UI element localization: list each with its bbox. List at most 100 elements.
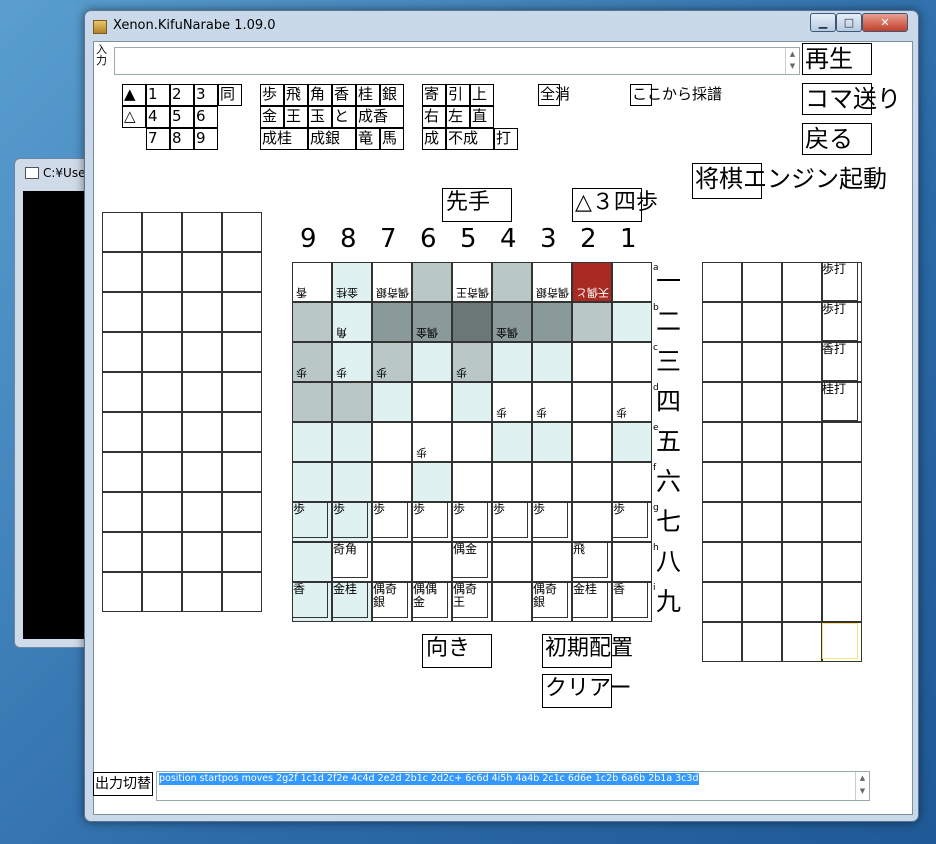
- hand-cell[interactable]: [822, 422, 862, 462]
- input-field[interactable]: ▲ ▼: [114, 47, 800, 75]
- board-square[interactable]: [612, 542, 652, 582]
- gote-piece[interactable]: 歩: [456, 366, 467, 379]
- sente-piece[interactable]: 香: [613, 583, 648, 618]
- piece-btn[interactable]: 香: [332, 84, 356, 106]
- hand-cell[interactable]: [822, 502, 862, 542]
- hand-cell[interactable]: [182, 452, 222, 492]
- minimize-button[interactable]: ▁: [810, 13, 836, 32]
- hand-cell[interactable]: [182, 412, 222, 452]
- move-btn[interactable]: 寄: [422, 84, 446, 106]
- move-btn[interactable]: 右: [422, 106, 446, 128]
- hand-cell[interactable]: [182, 292, 222, 332]
- hand-cell[interactable]: [102, 492, 142, 532]
- hand-cell[interactable]: [822, 582, 862, 622]
- sente-piece[interactable]: 奇角: [333, 543, 368, 578]
- board-square[interactable]: [572, 382, 612, 422]
- hand-cell[interactable]: [142, 452, 182, 492]
- hand-cell[interactable]: [182, 492, 222, 532]
- hand-cell[interactable]: [142, 532, 182, 572]
- board-square[interactable]: [452, 382, 492, 422]
- hand-cell[interactable]: [182, 252, 222, 292]
- hand-piece[interactable]: 歩打: [822, 303, 858, 341]
- hand-cell[interactable]: [702, 502, 742, 542]
- hand-cell[interactable]: [702, 382, 742, 422]
- board-square[interactable]: [492, 582, 532, 622]
- hand-cell[interactable]: [782, 262, 822, 302]
- piece-btn[interactable]: 飛: [284, 84, 308, 106]
- hand-cell[interactable]: [742, 262, 782, 302]
- hand-cell[interactable]: [222, 492, 262, 532]
- hand-cell[interactable]: [782, 502, 822, 542]
- hand-cell[interactable]: [222, 412, 262, 452]
- hand-cell[interactable]: [782, 382, 822, 422]
- hand-cell[interactable]: [102, 212, 142, 252]
- input-scrollbar[interactable]: ▲ ▼: [785, 48, 799, 74]
- hand-cell[interactable]: [222, 572, 262, 612]
- hand-cell[interactable]: [142, 252, 182, 292]
- num-1-button[interactable]: 1: [146, 84, 170, 106]
- move-btn[interactable]: 上: [470, 84, 494, 106]
- piece-btn[interactable]: 馬: [380, 128, 404, 150]
- board-square[interactable]: [532, 302, 572, 342]
- board-square[interactable]: [532, 462, 572, 502]
- sente-piece[interactable]: 偶偶金: [413, 583, 448, 618]
- board-square[interactable]: [332, 462, 372, 502]
- board-square[interactable]: [412, 382, 452, 422]
- board-square[interactable]: [372, 382, 412, 422]
- gote-piece[interactable]: 偶奇王: [456, 286, 489, 299]
- board-square[interactable]: [612, 342, 652, 382]
- sente-piece[interactable]: 偶奇銀: [373, 583, 408, 618]
- board-square[interactable]: [372, 422, 412, 462]
- hand-cell[interactable]: [182, 372, 222, 412]
- piece-btn[interactable]: 竜: [356, 128, 380, 150]
- sente-piece[interactable]: 偶奇銀: [533, 583, 568, 618]
- board-square[interactable]: [532, 422, 572, 462]
- hand-cell[interactable]: [702, 422, 742, 462]
- play-button[interactable]: 再生: [802, 43, 872, 75]
- gote-piece[interactable]: 偶奇銀: [376, 286, 409, 299]
- hand-cell[interactable]: [822, 462, 862, 502]
- maximize-button[interactable]: □: [836, 13, 862, 32]
- board-square[interactable]: [452, 462, 492, 502]
- same-button[interactable]: 同: [218, 84, 242, 106]
- hand-cell[interactable]: [222, 452, 262, 492]
- background-console-window[interactable]: C:¥Use: [14, 158, 94, 648]
- hand-cell[interactable]: [742, 622, 782, 662]
- hand-cell[interactable]: [702, 342, 742, 382]
- hand-cell[interactable]: [222, 292, 262, 332]
- piece-btn[interactable]: と: [332, 106, 356, 128]
- hand-cell[interactable]: [702, 542, 742, 582]
- gote-piece[interactable]: 角: [336, 326, 347, 339]
- all-clear-button[interactable]: 全消: [538, 84, 570, 106]
- board-square[interactable]: [372, 462, 412, 502]
- initial-position-button[interactable]: 初期配置: [542, 634, 633, 668]
- board-square[interactable]: [572, 302, 612, 342]
- piece-btn[interactable]: 成桂: [260, 128, 308, 150]
- hand-cell[interactable]: [142, 572, 182, 612]
- hand-piece[interactable]: 香打: [822, 343, 858, 381]
- clear-button[interactable]: クリアー: [542, 674, 632, 708]
- num-7-button[interactable]: 7: [146, 128, 170, 150]
- board-square[interactable]: [412, 262, 452, 302]
- output-field[interactable]: position startpos moves 2g2f 1c1d 2f2e 4…: [156, 771, 870, 801]
- piece-btn[interactable]: 成香: [356, 106, 404, 128]
- board-square[interactable]: [572, 462, 612, 502]
- move-btn[interactable]: 不成: [446, 128, 494, 150]
- hand-cell[interactable]: [142, 492, 182, 532]
- gote-piece[interactable]: 金桂: [336, 286, 358, 299]
- num-9-button[interactable]: 9: [194, 128, 218, 150]
- board-square[interactable]: [572, 342, 612, 382]
- board-square[interactable]: [492, 262, 532, 302]
- hand-cell[interactable]: [102, 252, 142, 292]
- board-square[interactable]: [612, 422, 652, 462]
- hand-cell[interactable]: [742, 582, 782, 622]
- board-square[interactable]: [492, 462, 532, 502]
- hand-cell[interactable]: [742, 342, 782, 382]
- board-square[interactable]: [492, 342, 532, 382]
- hand-cell[interactable]: [182, 532, 222, 572]
- board-square[interactable]: [532, 342, 572, 382]
- hand-cell[interactable]: [102, 292, 142, 332]
- sente-piece[interactable]: 歩: [413, 503, 448, 538]
- sente-piece[interactable]: 飛: [573, 543, 608, 578]
- num-3-button[interactable]: 3: [194, 84, 218, 106]
